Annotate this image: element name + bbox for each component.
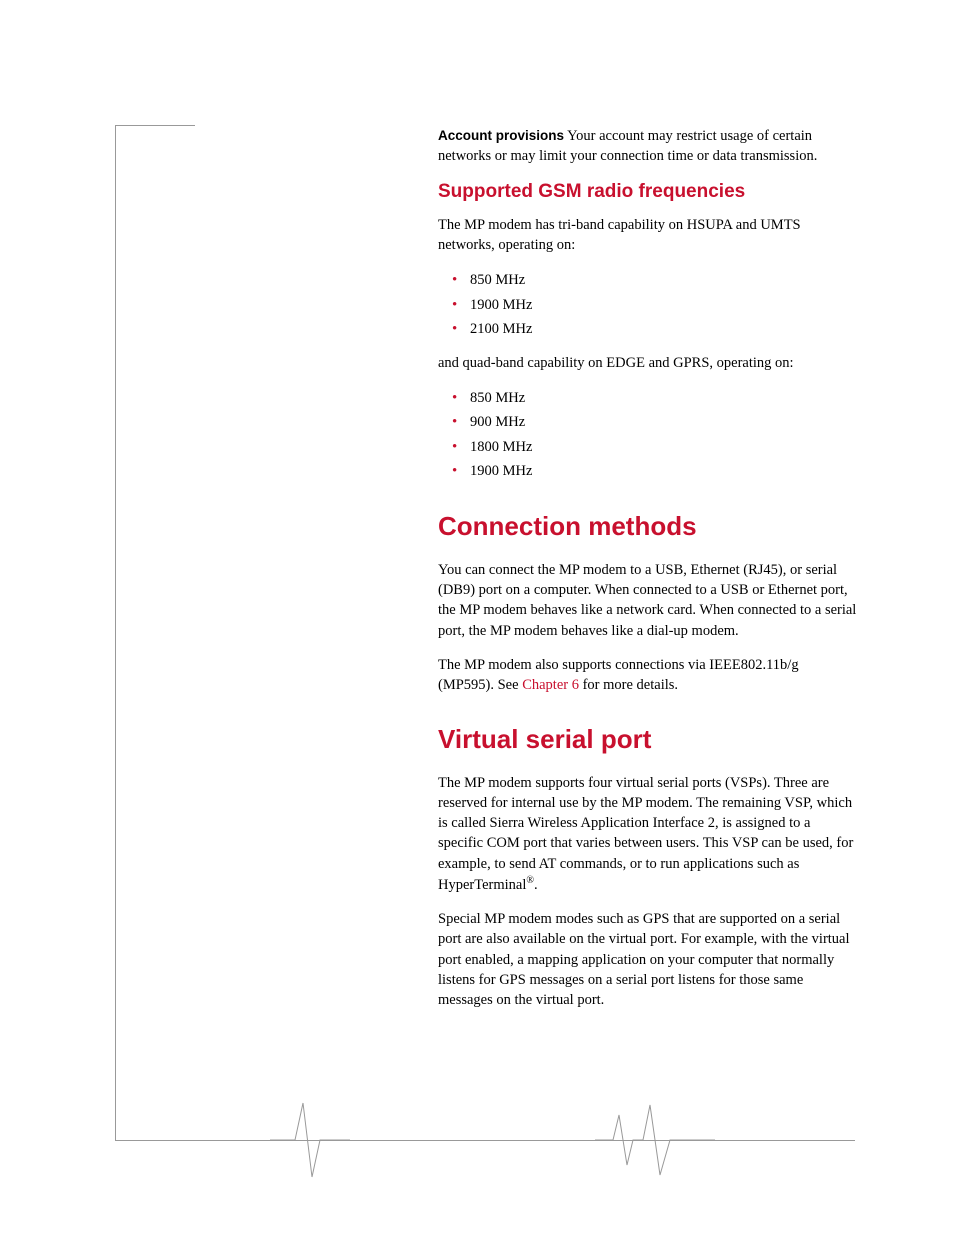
intro-paragraph: Account provisions Your account may rest… xyxy=(438,126,858,167)
list-item: 1900 MHz xyxy=(438,460,858,482)
content-column: Account provisions Your account may rest… xyxy=(438,126,858,1025)
list-item: 1900 MHz xyxy=(438,294,858,316)
chapter-link[interactable]: Chapter 6 xyxy=(522,677,579,693)
connection-p2: The MP modem also supports connections v… xyxy=(438,655,858,696)
heading-supported-frequencies: Supported GSM radio frequencies xyxy=(438,181,858,203)
list-item: 850 MHz xyxy=(438,387,858,409)
connection-p2b: for more details. xyxy=(579,677,678,693)
list-item: 1800 MHz xyxy=(438,436,858,458)
freq-intro-2: and quad-band capability on EDGE and GPR… xyxy=(438,353,858,373)
list-item: 2100 MHz xyxy=(438,318,858,340)
margin-rule-top xyxy=(115,125,195,126)
freq-list-2: 850 MHz 900 MHz 1800 MHz 1900 MHz xyxy=(438,387,858,483)
vsp-p2: Special MP modem modes such as GPS that … xyxy=(438,909,858,1010)
margin-rule-vertical xyxy=(115,125,116,1140)
intro-lead: Account provisions xyxy=(438,128,564,143)
page: Account provisions Your account may rest… xyxy=(0,0,954,1235)
list-item: 900 MHz xyxy=(438,411,858,433)
heading-virtual-serial-port: Virtual serial port xyxy=(438,724,858,755)
registered-mark: ® xyxy=(526,875,534,886)
freq-intro-1: The MP modem has tri-band capability on … xyxy=(438,215,858,256)
vsp-p1b: . xyxy=(534,877,538,893)
margin-rule-bottom xyxy=(115,1140,855,1141)
heading-connection-methods: Connection methods xyxy=(438,511,858,542)
vsp-p1a: The MP modem supports four virtual seria… xyxy=(438,775,853,893)
freq-list-1: 850 MHz 1900 MHz 2100 MHz xyxy=(438,269,858,340)
list-item: 850 MHz xyxy=(438,269,858,291)
connection-p1: You can connect the MP modem to a USB, E… xyxy=(438,560,858,641)
vsp-p1: The MP modem supports four virtual seria… xyxy=(438,773,858,896)
